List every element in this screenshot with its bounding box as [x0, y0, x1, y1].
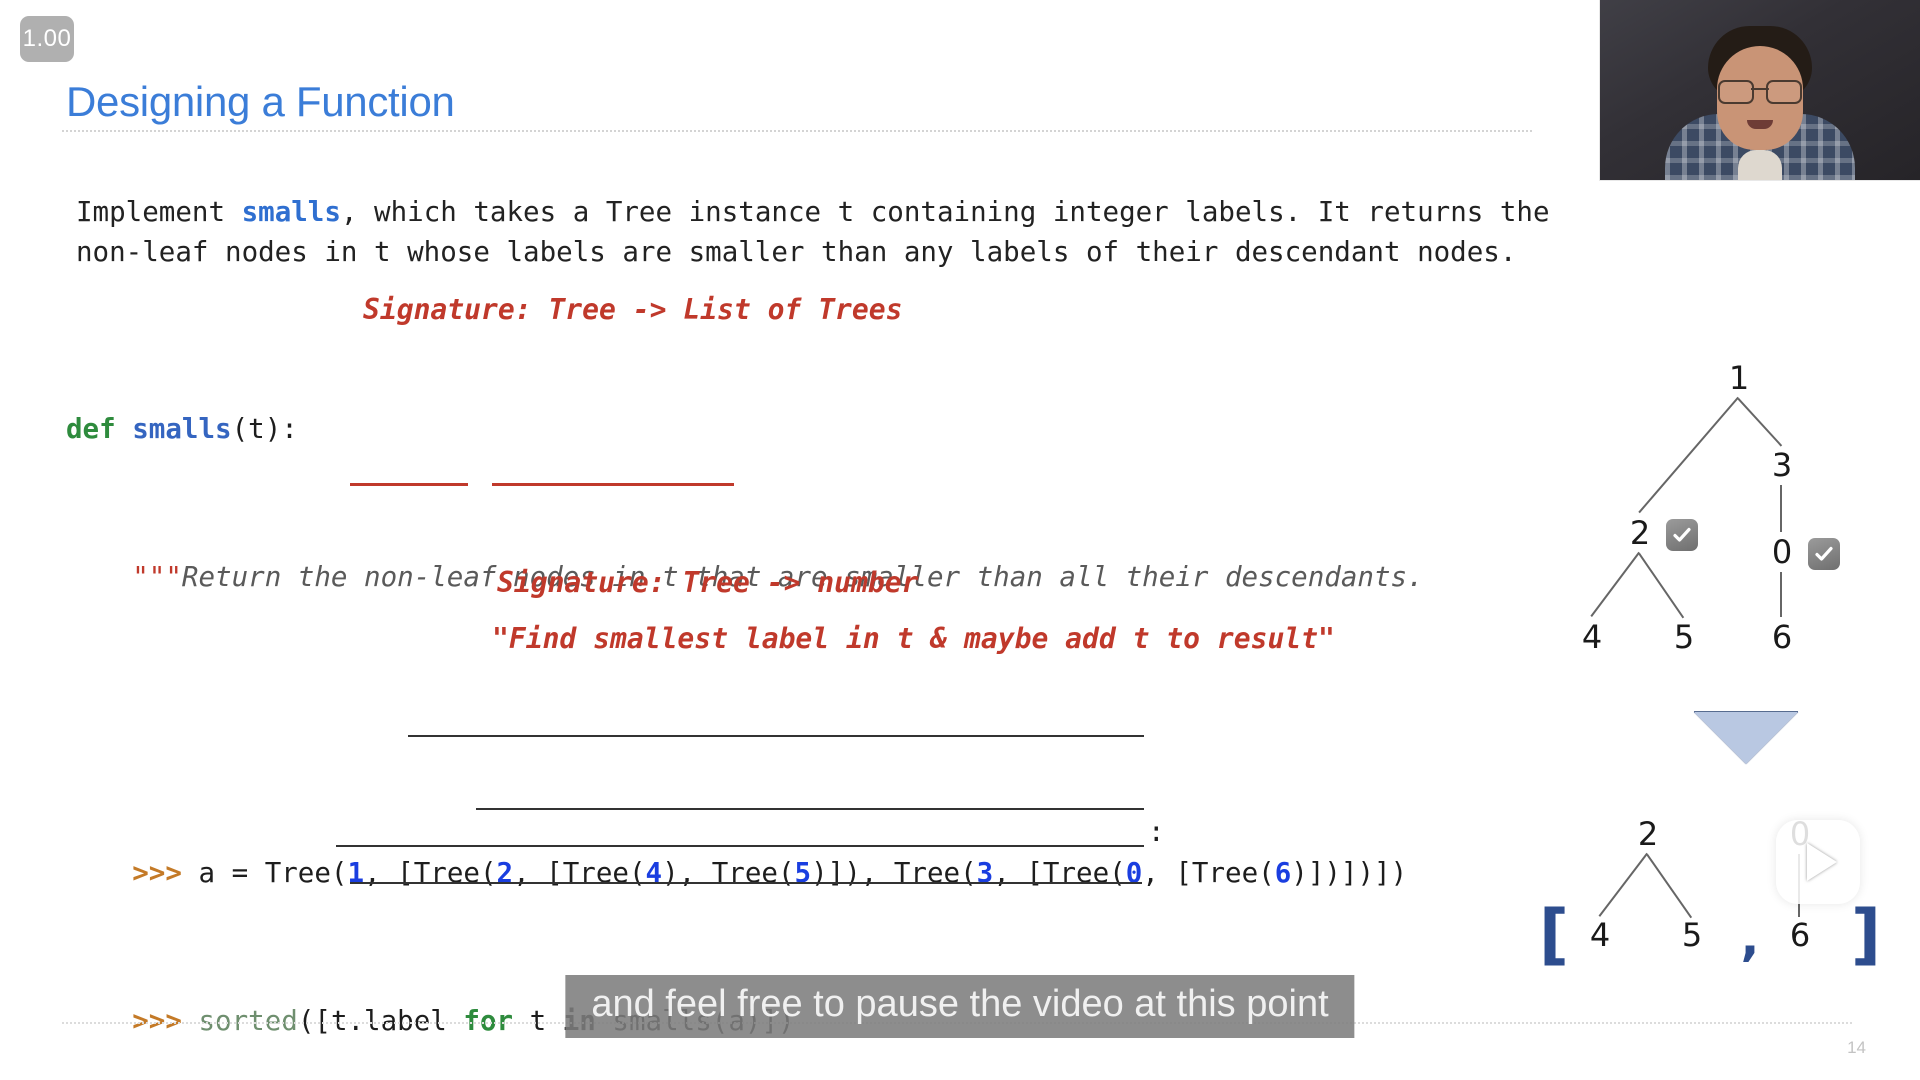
tree-label-1: 1 [347, 857, 365, 889]
doctest-part: a = Tree( [198, 857, 348, 889]
page-title: Designing a Function [66, 78, 455, 125]
tree-node-3: 3 [1771, 446, 1793, 484]
tree-node-0: 0 [1771, 533, 1793, 571]
tree-edge-1-3 [1737, 398, 1782, 447]
result-tree-1-child-4: 4 [1589, 916, 1611, 954]
doctest-part: ), Tree( [662, 857, 795, 889]
result-close-bracket: ] [1850, 895, 1882, 973]
tree-node-2: 2 [1629, 514, 1651, 552]
down-triangle-icon [1694, 712, 1798, 764]
tree-edge-1-2 [1638, 396, 1739, 513]
underline-for-t-in-smalls [492, 483, 734, 486]
tree-edge-0-6 [1780, 572, 1782, 617]
doctest-part: )])])]) [1291, 857, 1408, 889]
checkmark-icon-0 [1808, 538, 1840, 570]
result-tree-1-child-5: 5 [1681, 916, 1703, 954]
annotation-process-description: "Find smallest label in t & maybe add t … [492, 622, 1335, 655]
doctest-part: )]), Tree( [811, 857, 977, 889]
play-icon[interactable] [1776, 820, 1860, 904]
tree-label-4: 4 [645, 857, 663, 889]
tree-edge-3-0 [1780, 485, 1782, 532]
doctest-prompt: >>> [132, 1005, 199, 1037]
playback-speed-badge[interactable]: 1.00 [20, 16, 74, 62]
doctest-part: , [Tree( [993, 857, 1126, 889]
blank-if-body[interactable] [350, 882, 1142, 884]
tree-label-5: 5 [794, 857, 812, 889]
function-args: (t): [231, 413, 298, 445]
tree-edge-2-5 [1638, 553, 1684, 618]
expr-t-label: t.label [330, 1005, 447, 1037]
slide-canvas: 1.00 Designing a Function Implement smal… [0, 0, 1920, 1080]
blank-return-leaf[interactable] [408, 735, 1144, 737]
presenter-glasses [1718, 80, 1802, 104]
result-open-bracket: [ [1538, 895, 1570, 973]
tree-label-3: 3 [976, 857, 994, 889]
problem-statement: Implement smalls, which takes a Tree ins… [76, 192, 1806, 272]
keyword-for: for [463, 1005, 514, 1037]
docstring-quotes: """ [132, 561, 182, 593]
code-line-doctest-1: >>> a = Tree(1, [Tree(2, [Tree(4), Tree(… [66, 855, 1424, 892]
annotation-signature-process: Signature: Tree -> number [497, 566, 919, 599]
code-line-def-smalls: def smalls(t): [66, 411, 1424, 448]
blank-smallest-value[interactable] [476, 808, 1144, 810]
result-tree-1-root-2: 2 [1637, 815, 1659, 853]
code-line-blank-1 [66, 707, 1424, 744]
video-caption: and feel free to pause the video at this… [565, 975, 1355, 1038]
title-divider [62, 130, 1532, 132]
presenter-undershirt [1738, 150, 1782, 180]
slide-number: 14 [1847, 1038, 1866, 1057]
result-tree-1-edge-4 [1598, 853, 1648, 917]
function-name-smalls: smalls [132, 413, 232, 445]
doctest-part: t [513, 1005, 563, 1037]
result-comma: , [1740, 909, 1760, 967]
code-block: def smalls(t): """Return the non-leaf no… [66, 300, 1424, 1080]
presenter-webcam-video[interactable] [1599, 0, 1920, 181]
blank-if-condition[interactable] [336, 845, 1144, 847]
tree-label-2: 2 [496, 857, 514, 889]
tree-edge-2-4 [1590, 552, 1640, 617]
tree-node-6: 6 [1771, 618, 1793, 656]
underline-t-label [350, 483, 468, 486]
tree-node-4: 4 [1581, 618, 1603, 656]
doctest-part: , [Tree( [364, 857, 497, 889]
doctest-part: ([ [297, 1005, 331, 1037]
prompt-keyword: smalls [241, 196, 341, 228]
builtin-sorted: sorted [198, 1005, 298, 1037]
checkmark-icon-2 [1666, 519, 1698, 551]
doctest-part [447, 1005, 464, 1037]
tree-node-1: 1 [1728, 359, 1750, 397]
if-colon: : [1148, 816, 1165, 848]
result-tree-2-child-6: 6 [1789, 916, 1811, 954]
annotation-signature-smalls: Signature: Tree -> List of Trees [363, 293, 903, 326]
tree-label-6: 6 [1274, 857, 1292, 889]
tree-node-5: 5 [1673, 618, 1695, 656]
result-tree-1-edge-5 [1646, 854, 1692, 918]
keyword-def: def [66, 413, 116, 445]
doctest-prompt: >>> [132, 857, 199, 889]
tree-label-0: 0 [1125, 857, 1143, 889]
doctest-part: , [Tree( [1142, 857, 1275, 889]
doctest-part: , [Tree( [513, 857, 646, 889]
playback-speed-label: 1.00 [22, 25, 72, 52]
prompt-before: Implement [76, 196, 242, 228]
